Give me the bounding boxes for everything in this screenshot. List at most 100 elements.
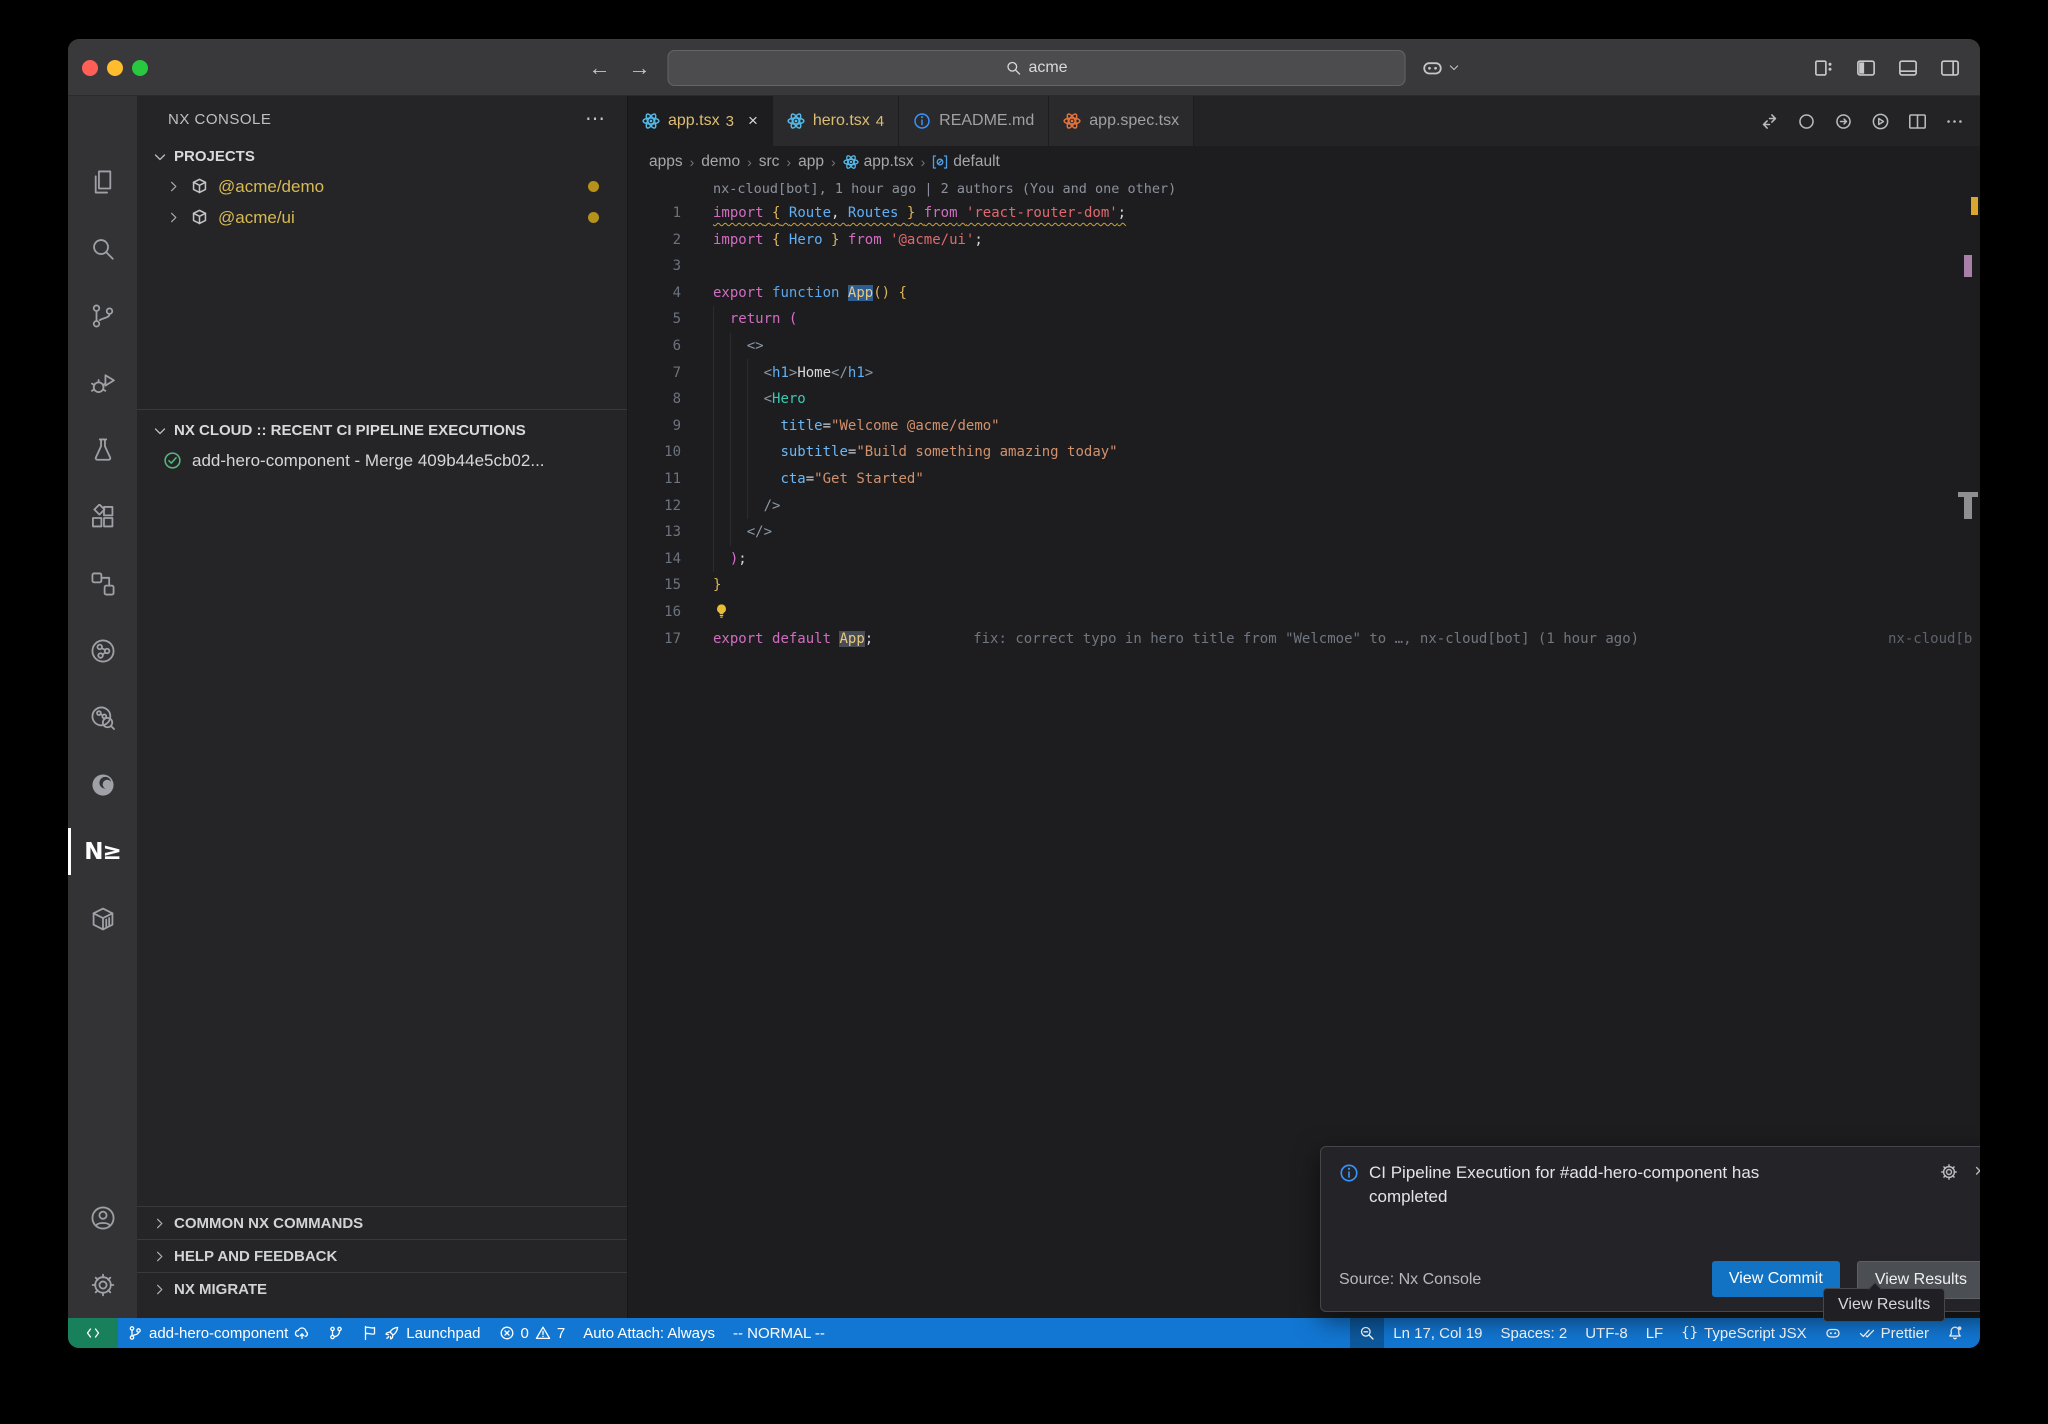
statusbar-launchpad[interactable]: Launchpad bbox=[353, 1318, 489, 1348]
customize-layout-icon[interactable] bbox=[1814, 58, 1834, 78]
code-line-14[interactable]: 14 ); bbox=[628, 546, 1980, 573]
code-line-1[interactable]: 1import { Route, Routes } from 'react-ro… bbox=[628, 200, 1980, 227]
breadcrumb-separator: › bbox=[747, 154, 752, 170]
minimize-window-button[interactable] bbox=[107, 60, 123, 76]
section-projects[interactable]: PROJECTS bbox=[137, 142, 627, 171]
split-editor-icon[interactable] bbox=[1908, 112, 1927, 131]
toggle-panel-icon[interactable] bbox=[1898, 58, 1918, 78]
statusbar-vim-mode[interactable]: -- NORMAL -- bbox=[724, 1318, 834, 1348]
lightbulb-icon[interactable] bbox=[713, 603, 731, 621]
statusbar-eol[interactable]: LF bbox=[1637, 1318, 1673, 1348]
open-changes-icon[interactable] bbox=[1760, 112, 1779, 131]
ci-pipeline-item[interactable]: add-hero-component - Merge 409b44e5cb02.… bbox=[137, 445, 627, 476]
breadcrumb-item-app[interactable]: app bbox=[798, 153, 824, 171]
activity-item-explorer[interactable] bbox=[68, 148, 137, 215]
command-center-search[interactable]: acme bbox=[668, 50, 1406, 86]
project-item[interactable]: @acme/demo bbox=[137, 171, 627, 202]
toggle-secondary-sidebar-icon[interactable] bbox=[1940, 58, 1960, 78]
line-content: title="Welcome @acme/demo" bbox=[713, 418, 1000, 434]
breadcrumb-item-src[interactable]: src bbox=[759, 153, 780, 171]
statusbar-formatter[interactable]: Prettier bbox=[1850, 1318, 1938, 1348]
statusbar-cursor-position[interactable]: Ln 17, Col 19 bbox=[1384, 1318, 1491, 1348]
code-line-13[interactable]: 13 </> bbox=[628, 519, 1980, 546]
code-line-17[interactable]: 17export default App;fix: correct typo i… bbox=[628, 626, 1980, 653]
gear-icon[interactable] bbox=[1940, 1163, 1958, 1181]
statusbar-source-control-graph[interactable] bbox=[319, 1318, 353, 1348]
close-icon[interactable]: × bbox=[1974, 1162, 1980, 1180]
statusbar-encoding[interactable]: UTF-8 bbox=[1576, 1318, 1637, 1348]
close-icon[interactable]: × bbox=[748, 111, 758, 131]
statusbar-remote-indicator[interactable] bbox=[68, 1318, 118, 1348]
tab-app.spec.tsx[interactable]: app.spec.tsx bbox=[1049, 96, 1194, 146]
tab-README.md[interactable]: README.md bbox=[899, 96, 1049, 146]
activity-item-nx-graph[interactable] bbox=[68, 617, 137, 684]
activity-item-references[interactable] bbox=[68, 550, 137, 617]
activity-item-source-control[interactable] bbox=[68, 282, 137, 349]
code-line-16[interactable]: 16 bbox=[628, 599, 1980, 626]
statusbar-notifications-bell[interactable] bbox=[1938, 1318, 1972, 1348]
circle-outline-icon[interactable] bbox=[1797, 112, 1816, 131]
code-line-7[interactable]: 7 <h1>Home</h1> bbox=[628, 360, 1980, 387]
activity-item-edge-browser[interactable] bbox=[68, 751, 137, 818]
section-nx-cloud[interactable]: NX CLOUD :: RECENT CI PIPELINE EXECUTION… bbox=[137, 416, 627, 445]
breadcrumb-item-default[interactable]: default bbox=[932, 153, 1000, 171]
statusbar-zoom-indicator[interactable] bbox=[1350, 1318, 1384, 1348]
activity-item-extensions[interactable] bbox=[68, 483, 137, 550]
statusbar-indentation[interactable]: Spaces: 2 bbox=[1492, 1318, 1577, 1348]
chevron-right-icon bbox=[152, 1216, 167, 1231]
breadcrumb-item-apps[interactable]: apps bbox=[649, 153, 683, 171]
line-content: } bbox=[713, 577, 721, 593]
activity-item-nx-graph-search[interactable] bbox=[68, 684, 137, 751]
code-line-8[interactable]: 8 <Hero bbox=[628, 386, 1980, 413]
statusbar-git-branch[interactable]: add-hero-component bbox=[118, 1318, 319, 1348]
go-forward-icon[interactable] bbox=[1834, 112, 1853, 131]
activity-item-accounts[interactable] bbox=[68, 1184, 137, 1251]
nav-forward-button[interactable]: → bbox=[628, 57, 652, 79]
code-line-12[interactable]: 12 /> bbox=[628, 493, 1980, 520]
sidebar-more-actions[interactable]: ⋯ bbox=[585, 114, 607, 124]
activity-item-search[interactable] bbox=[68, 215, 137, 282]
statusbar-auto-attach[interactable]: Auto Attach: Always bbox=[574, 1318, 724, 1348]
run-file-icon[interactable] bbox=[1871, 112, 1890, 131]
close-window-button[interactable] bbox=[82, 60, 98, 76]
git-blame-gutter: nx-cloud[b bbox=[1888, 626, 1978, 653]
code-line-4[interactable]: 4export function App() { bbox=[628, 280, 1980, 307]
code-line-2[interactable]: 2import { Hero } from '@acme/ui'; bbox=[628, 227, 1980, 254]
activity-item-nx-console[interactable]: N≥ bbox=[68, 818, 137, 885]
activity-item-containers[interactable] bbox=[68, 885, 137, 952]
code-line-5[interactable]: 5 return ( bbox=[628, 306, 1980, 333]
maximize-window-button[interactable] bbox=[132, 60, 148, 76]
tab-app.tsx[interactable]: app.tsx3× bbox=[628, 96, 773, 146]
statusbar-language-mode[interactable]: {}TypeScript JSX bbox=[1672, 1318, 1815, 1348]
section-common-nx-commands[interactable]: COMMON NX COMMANDS bbox=[137, 1206, 627, 1239]
breadcrumb-item-demo[interactable]: demo bbox=[701, 153, 740, 171]
statusbar-copilot-status[interactable] bbox=[1816, 1318, 1850, 1348]
activity-item-settings[interactable] bbox=[68, 1251, 137, 1318]
tab-hero.tsx[interactable]: hero.tsx4 bbox=[773, 96, 899, 146]
breadcrumb-item-app.tsx[interactable]: app.tsx bbox=[843, 153, 914, 171]
activity-item-testing[interactable] bbox=[68, 416, 137, 483]
activity-item-run-and-debug[interactable] bbox=[68, 349, 137, 416]
view-commit-button[interactable]: View Commit bbox=[1712, 1261, 1840, 1297]
check-circle-icon bbox=[163, 451, 182, 470]
symbol-icon bbox=[932, 154, 948, 170]
code-line-11[interactable]: 11 cta="Get Started" bbox=[628, 466, 1980, 493]
tab-label: app.spec.tsx bbox=[1089, 112, 1179, 130]
code-line-3[interactable]: 3 bbox=[628, 253, 1980, 280]
code-line-6[interactable]: 6 <> bbox=[628, 333, 1980, 360]
code-line-9[interactable]: 9 title="Welcome @acme/demo" bbox=[628, 413, 1980, 440]
toggle-primary-sidebar-icon[interactable] bbox=[1856, 58, 1876, 78]
code-line-10[interactable]: 10 subtitle="Build something amazing tod… bbox=[628, 439, 1980, 466]
project-item[interactable]: @acme/ui bbox=[137, 202, 627, 233]
statusbar-problems[interactable]: 07 bbox=[490, 1318, 575, 1348]
code-line-15[interactable]: 15} bbox=[628, 572, 1980, 599]
section-nx-migrate[interactable]: NX MIGRATE bbox=[137, 1272, 627, 1305]
overview-ruler-warning-mark bbox=[1971, 197, 1978, 215]
section-help-and-feedback[interactable]: HELP AND FEEDBACK bbox=[137, 1239, 627, 1272]
nav-back-button[interactable]: ← bbox=[588, 57, 612, 79]
breadcrumb-separator: › bbox=[831, 154, 836, 170]
line-number: 4 bbox=[628, 280, 681, 307]
copilot-menu[interactable] bbox=[1422, 57, 1461, 79]
indent-guide bbox=[730, 333, 731, 546]
more-actions-icon[interactable] bbox=[1945, 112, 1964, 131]
